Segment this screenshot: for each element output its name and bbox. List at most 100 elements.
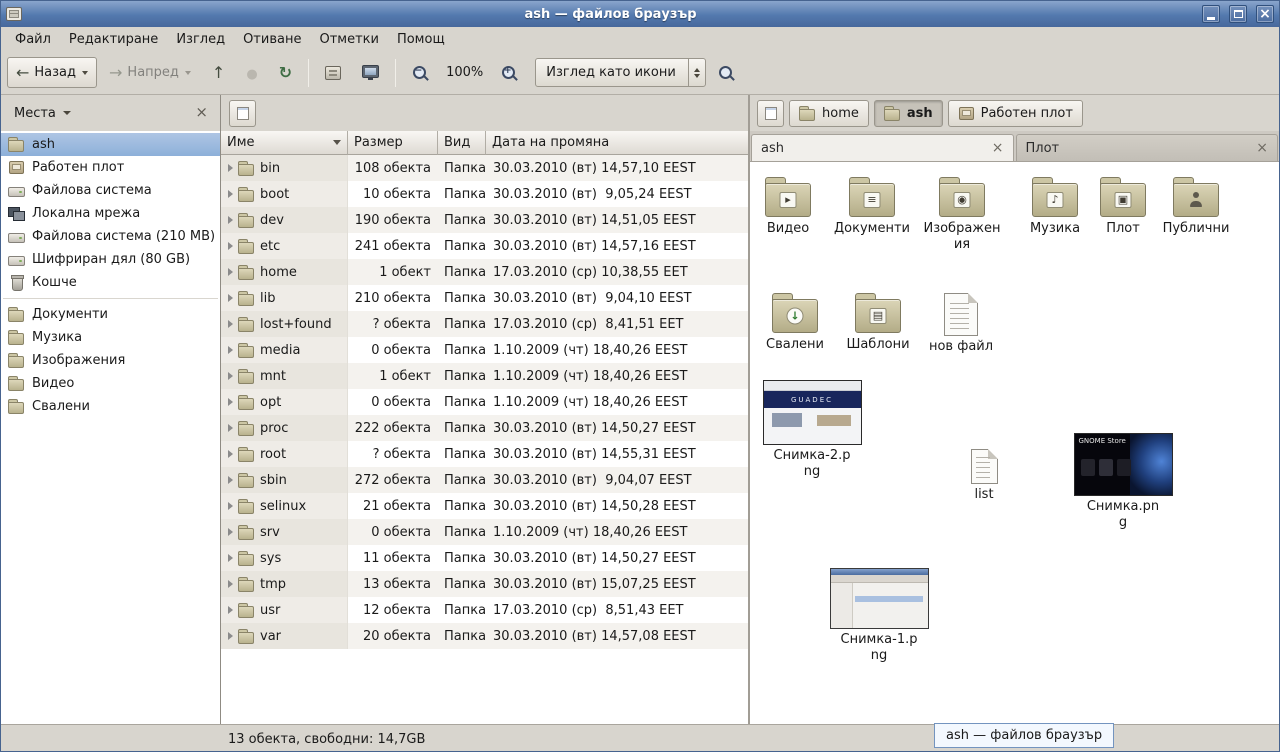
sidebar-item[interactable]: ash	[1, 133, 220, 156]
table-row[interactable]: bin108 обектаПапка30.03.2010 (вт) 14,57,…	[221, 155, 748, 181]
icon-view-item[interactable]: ≡Документи	[828, 176, 916, 237]
maximize-button[interactable]	[1229, 5, 1247, 23]
sidebar-item[interactable]: Шифриран дял (80 GB)	[1, 248, 220, 271]
table-row[interactable]: root? обектаПапка30.03.2010 (вт) 14,55,3…	[221, 441, 748, 467]
table-row[interactable]: tmp13 обектаПапка30.03.2010 (вт) 15,07,2…	[221, 571, 748, 597]
expander-icon[interactable]	[228, 294, 233, 302]
menubar-item-0[interactable]: Файл	[6, 27, 60, 51]
expander-icon[interactable]	[228, 528, 233, 536]
expander-icon[interactable]	[228, 320, 233, 328]
expander-icon[interactable]	[228, 632, 233, 640]
menubar-item-1[interactable]: Редактиране	[60, 27, 167, 51]
places-dropdown-button[interactable]: Места	[9, 103, 76, 124]
expander-icon[interactable]	[228, 216, 233, 224]
sidebar-item[interactable]: Музика	[1, 326, 220, 349]
icon-view-item[interactable]: GUADECСнимка-2.png	[768, 380, 856, 479]
column-header-1[interactable]: Размер	[348, 131, 438, 155]
table-row[interactable]: etc241 обектаПапка30.03.2010 (вт) 14,57,…	[221, 233, 748, 259]
table-row[interactable]: var20 обектаПапка30.03.2010 (вт) 14,57,0…	[221, 623, 748, 649]
sidebar-item[interactable]: Видео	[1, 372, 220, 395]
table-row[interactable]: sbin272 обектаПапка30.03.2010 (вт) 9,04,…	[221, 467, 748, 493]
expander-icon[interactable]	[228, 190, 233, 198]
table-row[interactable]: dev190 обектаПапка30.03.2010 (вт) 14,51,…	[221, 207, 748, 233]
up-button[interactable]	[203, 57, 234, 88]
column-header-2[interactable]: Вид	[438, 131, 486, 155]
sidebar-item[interactable]: Файлова система (210 MB)	[1, 225, 220, 248]
table-row[interactable]: media0 обектаПапка1.10.2009 (чт) 18,40,2…	[221, 337, 748, 363]
table-row[interactable]: lost+found? обектаПапка17.03.2010 (ср) 8…	[221, 311, 748, 337]
sidebar-item[interactable]: Файлова система	[1, 179, 220, 202]
computer-button[interactable]	[353, 57, 388, 88]
search-button[interactable]	[709, 57, 743, 88]
expander-icon[interactable]	[228, 554, 233, 562]
icon-view-item[interactable]: ▤Шаблони	[834, 292, 922, 353]
forward-button[interactable]: Напред	[100, 57, 200, 88]
icon-view-item[interactable]: ▸Видео	[750, 176, 832, 237]
titlebar[interactable]: ash — файлов браузър	[1, 1, 1279, 27]
table-row[interactable]: lib210 обектаПапка30.03.2010 (вт) 9,04,1…	[221, 285, 748, 311]
sidebar-item[interactable]: Документи	[1, 303, 220, 326]
icon-view-item[interactable]: нов файл	[917, 292, 1005, 355]
tab-1[interactable]: Плот	[1016, 134, 1279, 161]
expander-icon[interactable]	[228, 242, 233, 250]
sidebar-item[interactable]: Изображения	[1, 349, 220, 372]
icon-view-item[interactable]: ◉Изображения	[918, 176, 1006, 252]
minimize-button[interactable]	[1202, 5, 1220, 23]
icon-view-item[interactable]: Снимка-1.png	[835, 568, 923, 663]
table-row[interactable]: opt0 обектаПапка1.10.2009 (чт) 18,40,26 …	[221, 389, 748, 415]
tab-close-icon[interactable]	[992, 141, 1004, 156]
menubar-item-2[interactable]: Изглед	[167, 27, 234, 51]
reload-button[interactable]	[270, 57, 301, 88]
tab-close-icon[interactable]	[1256, 141, 1268, 156]
expander-icon[interactable]	[228, 424, 233, 432]
tab-0[interactable]: ash	[751, 134, 1014, 161]
view-selector[interactable]: Изглед като икони	[535, 58, 706, 87]
location-toggle-button[interactable]	[229, 100, 256, 127]
icon-view-item[interactable]: Публични	[1152, 176, 1240, 237]
back-history-dropdown-icon[interactable]	[82, 71, 88, 75]
expander-icon[interactable]	[228, 450, 233, 458]
breadcrumb-button[interactable]: home	[789, 100, 869, 127]
close-button[interactable]	[1256, 5, 1274, 23]
menubar-item-3[interactable]: Отиване	[234, 27, 310, 51]
sidebar-item[interactable]: Локална мрежа	[1, 202, 220, 225]
table-row[interactable]: home1 обектПапка17.03.2010 (ср) 10,38,55…	[221, 259, 748, 285]
expander-icon[interactable]	[228, 502, 233, 510]
table-row[interactable]: usr12 обектаПапка17.03.2010 (ср) 8,51,43…	[221, 597, 748, 623]
table-row[interactable]: mnt1 обектПапка1.10.2009 (чт) 18,40,26 E…	[221, 363, 748, 389]
expander-icon[interactable]	[228, 398, 233, 406]
expander-icon[interactable]	[228, 476, 233, 484]
column-header-3[interactable]: Дата на промяна	[486, 131, 748, 155]
back-button[interactable]: Назад	[7, 57, 97, 88]
zoom-out-button[interactable]: −	[403, 57, 437, 88]
icon-view-item[interactable]: list	[940, 448, 1028, 503]
stop-button[interactable]	[237, 57, 266, 88]
location-toggle-button[interactable]	[757, 100, 784, 127]
home-button[interactable]	[316, 57, 350, 88]
table-row[interactable]: boot10 обектаПапка30.03.2010 (вт) 9,05,2…	[221, 181, 748, 207]
expander-icon[interactable]	[228, 164, 233, 172]
sidebar-item[interactable]: Работен плот	[1, 156, 220, 179]
expander-icon[interactable]	[228, 580, 233, 588]
expander-icon[interactable]	[228, 268, 233, 276]
menubar-item-5[interactable]: Помощ	[388, 27, 454, 51]
table-row[interactable]: selinux21 обектаПапка30.03.2010 (вт) 14,…	[221, 493, 748, 519]
table-row[interactable]: srv0 обектаПапка1.10.2009 (чт) 18,40,26 …	[221, 519, 748, 545]
icon-view-item[interactable]: Свалени	[751, 292, 839, 353]
icon-view[interactable]: ▸Видео≡Документи◉Изображения♪Музика▣Плот…	[750, 162, 1279, 724]
icon-view-item[interactable]: GNOME StoreСнимка.png	[1079, 433, 1167, 530]
expander-icon[interactable]	[228, 606, 233, 614]
breadcrumb-button[interactable]: ash	[874, 100, 943, 127]
table-row[interactable]: proc222 обектаПапка30.03.2010 (вт) 14,50…	[221, 415, 748, 441]
zoom-in-button[interactable]: +	[492, 57, 526, 88]
sidebar-item[interactable]: Свалени	[1, 395, 220, 418]
expander-icon[interactable]	[228, 372, 233, 380]
sidebar-item[interactable]: Кошче	[1, 271, 220, 294]
menubar-item-4[interactable]: Отметки	[310, 27, 387, 51]
view-selector-spinner-icon[interactable]	[688, 59, 705, 86]
sidebar-close-button[interactable]	[191, 104, 212, 122]
table-row[interactable]: sys11 обектаПапка30.03.2010 (вт) 14,50,2…	[221, 545, 748, 571]
column-header-0[interactable]: Име	[221, 131, 348, 155]
breadcrumb-button[interactable]: Работен плот	[948, 100, 1083, 127]
expander-icon[interactable]	[228, 346, 233, 354]
